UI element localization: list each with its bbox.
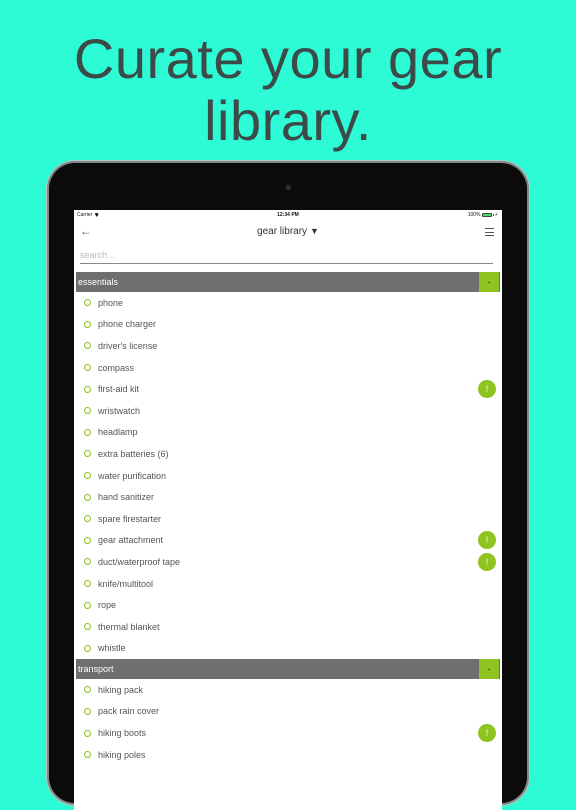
item-label: extra batteries (6) (98, 448, 169, 459)
camera-icon (286, 185, 291, 190)
item-label: rope (98, 600, 117, 611)
list-item[interactable]: compass (74, 357, 502, 379)
status-bar: Carrier 12:34 PM 100% ⚡ (74, 210, 502, 220)
list-item[interactable]: extra batteries (6) (74, 443, 502, 465)
tablet-device-frame: Carrier 12:34 PM 100% ⚡ ← gear library ▼ … (49, 163, 527, 810)
dropdown-caret-icon: ▼ (310, 226, 319, 236)
headline-line-1: Curate your gear (73, 27, 503, 90)
list-item[interactable]: whistle (74, 638, 502, 660)
unchecked-circle-icon[interactable] (84, 428, 91, 436)
list-item[interactable]: thermal blanket (74, 616, 502, 638)
item-label: hiking poles (98, 749, 146, 760)
nav-title-dropdown[interactable]: gear library ▼ (74, 226, 502, 237)
battery-percent: 100% (467, 212, 481, 218)
list-item[interactable]: duct/waterproof tape! (74, 551, 502, 573)
gear-list: essentials - phone phone charger driver's li… (74, 272, 502, 765)
navigation-bar: ← gear library ▼ (74, 220, 502, 242)
unchecked-circle-icon[interactable] (84, 364, 91, 372)
headline-line-2: library. (204, 89, 372, 152)
unchecked-circle-icon[interactable] (84, 385, 91, 393)
search-input[interactable] (80, 247, 493, 264)
unchecked-circle-icon[interactable] (84, 623, 91, 631)
section-header-0[interactable]: essentials - (76, 272, 500, 292)
section-title: transport (78, 664, 114, 675)
app-screen: Carrier 12:34 PM 100% ⚡ ← gear library ▼ … (74, 210, 502, 810)
list-item[interactable]: water purification (74, 465, 502, 487)
item-label: duct/waterproof tape (98, 556, 181, 567)
list-item[interactable]: hand sanitizer (74, 486, 502, 508)
status-time: 12:34 PM (277, 212, 299, 218)
item-label: gear attachment (98, 535, 164, 546)
unchecked-circle-icon[interactable] (84, 299, 91, 307)
item-label: compass (98, 362, 135, 373)
unchecked-circle-icon[interactable] (84, 450, 91, 458)
unchecked-circle-icon[interactable] (84, 580, 91, 588)
list-item[interactable]: hiking boots! (74, 722, 502, 744)
list-item[interactable]: phone (74, 292, 502, 314)
unchecked-circle-icon[interactable] (84, 729, 91, 737)
item-label: knife/multitool (98, 578, 154, 589)
item-label: pack rain cover (98, 706, 160, 717)
unchecked-circle-icon[interactable] (84, 558, 91, 566)
unchecked-circle-icon[interactable] (84, 342, 91, 350)
nav-title-text: gear library (257, 226, 308, 237)
collapse-section-button[interactable]: - (479, 659, 499, 680)
unchecked-circle-icon[interactable] (84, 493, 91, 501)
alert-exclamation-icon[interactable]: ! (478, 531, 496, 550)
item-label: phone charger (98, 319, 157, 330)
item-label: wristwatch (98, 405, 141, 416)
list-item[interactable]: hiking pack (74, 679, 502, 701)
item-label: thermal blanket (98, 621, 160, 632)
item-label: hiking pack (98, 684, 144, 695)
status-battery-group: 100% ⚡ (468, 212, 498, 218)
unchecked-circle-icon[interactable] (84, 686, 91, 694)
unchecked-circle-icon[interactable] (84, 515, 91, 523)
item-label: first-aid kit (98, 384, 140, 395)
item-label: hiking boots (98, 728, 147, 739)
headline: Curate your gear library. (0, 28, 576, 152)
unchecked-circle-icon[interactable] (84, 472, 91, 480)
list-item[interactable]: first-aid kit! (74, 378, 502, 400)
list-item[interactable]: phone charger (74, 314, 502, 336)
list-item[interactable]: pack rain cover (74, 701, 502, 723)
list-item[interactable]: rope (74, 594, 502, 616)
alert-exclamation-icon[interactable]: ! (478, 552, 496, 571)
list-item[interactable]: headlamp (74, 422, 502, 444)
item-label: whistle (98, 643, 126, 654)
unchecked-circle-icon[interactable] (84, 751, 91, 759)
unchecked-circle-icon[interactable] (84, 644, 91, 652)
alert-exclamation-icon[interactable]: ! (478, 380, 496, 399)
battery-icon (482, 213, 495, 217)
charging-icon: ⚡ (494, 212, 498, 218)
alert-exclamation-icon[interactable]: ! (478, 724, 496, 743)
item-label: phone (98, 297, 124, 308)
item-label: spare firestarter (98, 513, 162, 524)
unchecked-circle-icon[interactable] (84, 407, 91, 415)
list-item[interactable]: knife/multitool (74, 573, 502, 595)
unchecked-circle-icon[interactable] (84, 601, 91, 609)
item-label: water purification (98, 470, 167, 481)
unchecked-circle-icon[interactable] (84, 320, 91, 328)
unchecked-circle-icon[interactable] (84, 536, 91, 544)
list-item[interactable]: driver's license (74, 335, 502, 357)
hamburger-menu-icon[interactable] (485, 228, 494, 236)
unchecked-circle-icon[interactable] (84, 707, 91, 715)
list-item[interactable]: hiking poles (74, 744, 502, 766)
item-label: driver's license (98, 340, 158, 351)
item-label: headlamp (98, 427, 138, 438)
section-title: essentials (78, 277, 119, 287)
list-item[interactable]: spare firestarter (74, 508, 502, 530)
collapse-section-button[interactable]: - (479, 272, 499, 292)
section-header-1[interactable]: transport - (76, 659, 500, 680)
item-label: hand sanitizer (98, 492, 155, 503)
list-item[interactable]: gear attachment! (74, 530, 502, 552)
search-bar (74, 242, 502, 272)
list-item[interactable]: wristwatch (74, 400, 502, 422)
